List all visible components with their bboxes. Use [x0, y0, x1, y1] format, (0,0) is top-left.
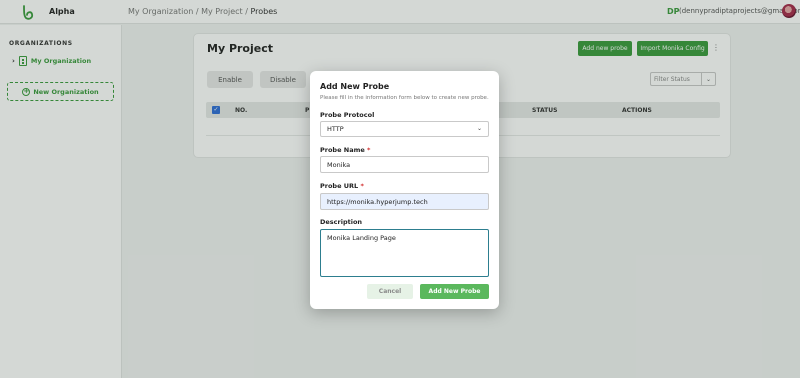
probe-url-input[interactable]: https://monika.hyperjump.tech — [320, 193, 489, 210]
probe-name-label-text: Probe Name — [320, 146, 365, 154]
probe-name-label: Probe Name * — [320, 146, 370, 154]
required-mark: * — [367, 146, 371, 154]
cancel-button[interactable]: Cancel — [367, 284, 413, 299]
probe-protocol-value: HTTP — [327, 125, 344, 133]
required-mark: * — [360, 182, 364, 190]
modal-title: Add New Probe — [320, 82, 390, 91]
probe-url-label: Probe URL * — [320, 182, 364, 190]
description-value: Monika Landing Page — [327, 234, 396, 242]
add-new-probe-modal: Add New Probe Please fill in the informa… — [310, 71, 499, 309]
modal-subtitle: Please fill in the information form belo… — [320, 95, 489, 101]
probe-url-label-text: Probe URL — [320, 182, 359, 190]
description-textarea[interactable]: Monika Landing Page — [320, 229, 489, 277]
chevron-down-icon: ⌄ — [476, 125, 482, 132]
add-new-probe-submit-button[interactable]: Add New Probe — [420, 284, 489, 299]
probe-protocol-label: Probe Protocol — [320, 111, 375, 119]
probe-url-value: https://monika.hyperjump.tech — [327, 197, 428, 206]
probe-name-value: Monika — [327, 160, 351, 169]
description-label: Description — [320, 218, 363, 226]
probe-protocol-select[interactable]: HTTP ⌄ — [320, 121, 489, 137]
probe-name-input[interactable]: Monika — [320, 156, 489, 173]
